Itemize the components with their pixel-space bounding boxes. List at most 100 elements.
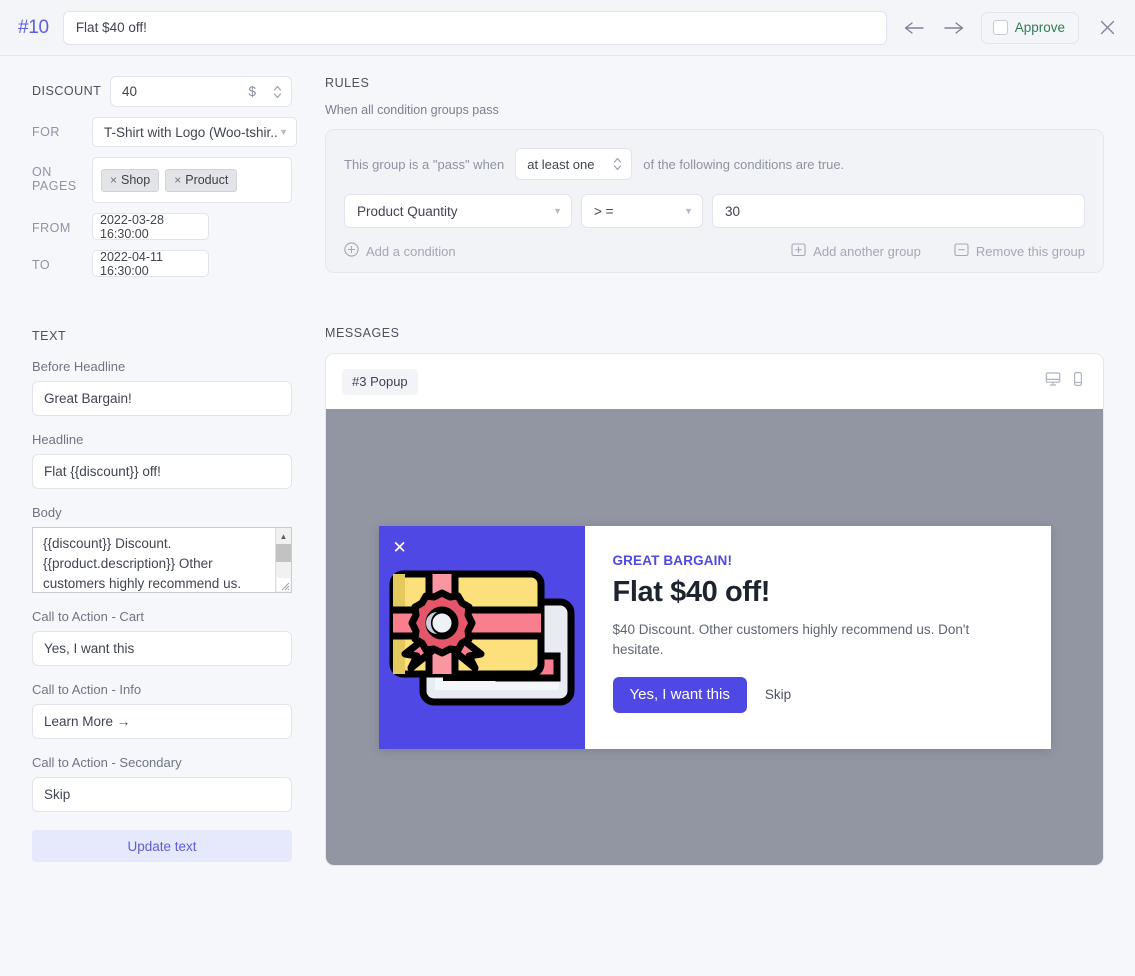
left-panel: DISCOUNT 40 $ FOR T-Shirt with Logo (Woo… — [0, 56, 325, 866]
discount-label: DISCOUNT — [32, 84, 102, 98]
add-condition-button[interactable]: Add a condition — [344, 242, 456, 260]
add-group-button[interactable]: Add another group — [791, 242, 921, 260]
on-pages-row: ON PAGES × Shop × Product — [32, 157, 292, 203]
phone-icon[interactable] — [1070, 371, 1086, 392]
messages-title: MESSAGES — [325, 326, 400, 340]
chevron-down-icon: ▼ — [684, 206, 693, 216]
for-select[interactable]: T-Shirt with Logo (Woo-tshir... ▼ — [92, 117, 297, 147]
before-headline-input[interactable]: Great Bargain! — [32, 381, 292, 416]
popup-image-panel: ✕ — [378, 525, 585, 749]
device-toggle — [1045, 371, 1086, 392]
message-card: #3 Popup ✕ GREAT BARGAIN! Flat $40 off! … — [325, 353, 1104, 866]
to-date-input[interactable]: 2022-04-11 16:30:00 — [92, 250, 209, 278]
before-headline-label: Before Headline — [32, 359, 126, 374]
scroll-up-icon[interactable]: ▲ — [276, 528, 291, 544]
from-date-input[interactable]: 2022-03-28 16:30:00 — [92, 213, 209, 241]
resize-grip-icon[interactable] — [277, 578, 290, 591]
rules-subtitle: When all condition groups pass — [325, 103, 499, 117]
quantifier-value: at least one — [527, 156, 595, 172]
quantifier-stepper-icon[interactable] — [612, 156, 623, 172]
condition-value-input[interactable]: 30 — [712, 194, 1085, 228]
campaign-number: #10 — [18, 16, 49, 38]
message-preview: ✕ GREAT BARGAIN! Flat $40 off! $40 Disco… — [326, 409, 1103, 865]
message-badge[interactable]: #3 Popup — [342, 368, 418, 395]
for-label: FOR — [32, 125, 60, 139]
popup-close-icon[interactable]: ✕ — [393, 539, 407, 556]
condition-row: Product Quantity ▼ > = ▼ 30 — [344, 194, 1085, 228]
rules-title: RULES — [325, 76, 370, 90]
cta-secondary-label: Call to Action - Secondary — [32, 755, 182, 770]
headline-input[interactable]: Flat {{discount}} off! — [32, 454, 292, 489]
popup-headline: Flat $40 off! — [612, 575, 771, 608]
messages-section: MESSAGES #3 Popup ✕ GREAT BARGAIN! Flat … — [325, 326, 1104, 866]
for-row: FOR T-Shirt with Logo (Woo-tshir... ▼ — [32, 117, 297, 147]
cta-info-label: Call to Action - Info — [32, 682, 142, 697]
on-pages-field[interactable]: × Shop × Product — [92, 157, 292, 203]
monitor-icon[interactable] — [1045, 371, 1061, 392]
group-prefix-text: This group is a "pass" when — [344, 156, 505, 172]
on-pages-label: ON PAGES — [32, 165, 77, 193]
remove-tag-icon[interactable]: × — [174, 173, 181, 187]
square-plus-icon — [791, 242, 806, 260]
remove-tag-icon[interactable]: × — [110, 173, 117, 187]
right-panel: RULES When all condition groups pass Thi… — [325, 56, 1135, 866]
remove-group-label: Remove this group — [975, 243, 1085, 259]
square-minus-icon — [954, 242, 969, 260]
popup-actions: Yes, I want this Skip — [612, 676, 1023, 713]
to-label: TO — [32, 258, 51, 272]
text-section-title: TEXT — [32, 329, 67, 343]
headline-label: Headline — [32, 432, 84, 447]
approve-checkbox[interactable] — [992, 20, 1008, 35]
cta-info-input[interactable]: Learn More → — [32, 704, 292, 739]
discount-row: DISCOUNT 40 $ — [32, 76, 292, 107]
popup-pre-headline: GREAT BARGAIN! — [612, 552, 733, 568]
message-card-header: #3 Popup — [326, 354, 1103, 409]
quantifier-select[interactable]: at least one — [515, 148, 633, 180]
page-tag-label: Product — [185, 172, 229, 187]
condition-field-value: Product Quantity — [357, 203, 458, 219]
circle-plus-icon — [344, 242, 359, 260]
popup-preview: ✕ GREAT BARGAIN! Flat $40 off! $40 Disco… — [378, 525, 1051, 749]
popup-secondary-cta[interactable]: Skip — [761, 687, 795, 702]
discount-stepper[interactable] — [272, 84, 283, 100]
discount-unit: $ — [248, 84, 256, 99]
to-row: TO 2022-04-11 16:30:00 — [32, 250, 292, 278]
discount-value[interactable]: 40 — [122, 84, 248, 99]
campaign-title-input[interactable] — [62, 10, 887, 45]
popup-body: $40 Discount. Other customers highly rec… — [612, 621, 970, 657]
chevron-down-icon: ▼ — [279, 127, 288, 137]
text-section: TEXT Before Headline Great Bargain! Head… — [32, 329, 292, 862]
discount-field[interactable]: 40 $ — [110, 76, 292, 107]
chevron-down-icon: ▼ — [553, 206, 562, 216]
page-tag-shop[interactable]: × Shop — [101, 168, 160, 192]
condition-operator-select[interactable]: > = ▼ — [581, 194, 703, 228]
body-textarea-value[interactable]: {{discount}} Discount. {{product.descrip… — [33, 528, 275, 592]
page-body: DISCOUNT 40 $ FOR T-Shirt with Logo (Woo… — [0, 56, 1135, 866]
group-quantifier-row: This group is a "pass" when at least one… — [344, 148, 1085, 180]
update-text-button[interactable]: Update text — [32, 830, 292, 862]
arrow-left-icon[interactable] — [901, 15, 927, 41]
condition-operator-value: > = — [594, 203, 614, 219]
cta-cart-label: Call to Action - Cart — [32, 609, 144, 624]
page-tag-product[interactable]: × Product — [165, 168, 238, 192]
add-condition-label: Add a condition — [366, 243, 456, 259]
approve-button[interactable]: Approve — [980, 11, 1079, 44]
popup-content-panel: GREAT BARGAIN! Flat $40 off! $40 Discoun… — [584, 525, 1051, 749]
rule-group-card: This group is a "pass" when at least one… — [325, 129, 1104, 273]
cta-secondary-input[interactable]: Skip — [32, 777, 292, 812]
group-suffix-text: of the following conditions are true. — [643, 156, 845, 172]
for-value: T-Shirt with Logo (Woo-tshir... — [104, 124, 280, 140]
arrow-right-icon[interactable] — [941, 15, 967, 41]
gift-card-icon — [389, 558, 575, 723]
scrollbar-thumb[interactable] — [276, 544, 291, 562]
body-textarea[interactable]: {{discount}} Discount. {{product.descrip… — [32, 527, 292, 593]
body-label: Body — [32, 505, 62, 520]
cta-cart-input[interactable]: Yes, I want this — [32, 631, 292, 666]
condition-field-select[interactable]: Product Quantity ▼ — [344, 194, 572, 228]
from-row: FROM 2022-03-28 16:30:00 — [32, 213, 292, 241]
add-group-label: Add another group — [813, 243, 921, 259]
remove-group-button[interactable]: Remove this group — [954, 242, 1085, 260]
from-label: FROM — [32, 221, 71, 235]
close-icon[interactable] — [1093, 14, 1121, 42]
popup-primary-cta[interactable]: Yes, I want this — [612, 676, 747, 713]
